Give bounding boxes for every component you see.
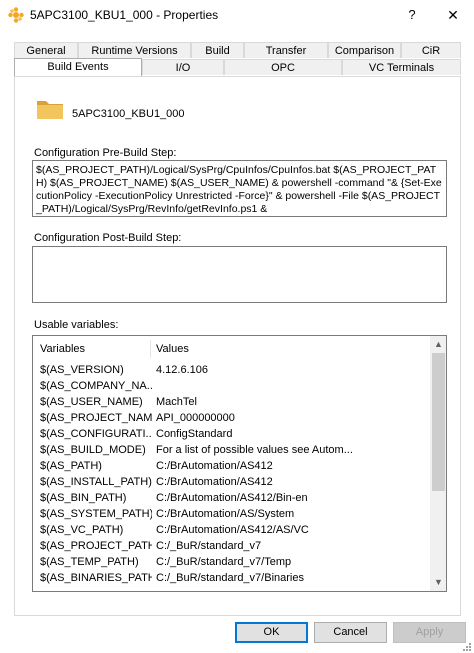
variable-name: $(AS_PROJECT_NAM... <box>40 412 152 424</box>
table-row[interactable]: $(AS_BUILD_MODE) For a list of possible v… <box>33 442 431 458</box>
variable-value: MachTel <box>156 396 197 408</box>
variable-name: $(AS_VERSION) <box>40 364 124 376</box>
object-name: 5APC3100_KBU1_000 <box>72 108 185 120</box>
tab-build-events[interactable]: Build Events <box>14 58 142 76</box>
variable-name: $(AS_BUILD_MODE) <box>40 444 146 456</box>
tab-transfer[interactable]: Transfer <box>244 42 328 58</box>
variable-value: C:/BrAutomation/AS412 <box>156 460 273 472</box>
tab-opc[interactable]: OPC <box>224 59 342 75</box>
variable-value: ConfigStandard <box>156 428 233 440</box>
variable-name: $(AS_PROJECT_PATH) <box>40 540 152 552</box>
usable-variables-label: Usable variables: <box>34 319 119 331</box>
tab-runtime-versions[interactable]: Runtime Versions <box>78 42 191 58</box>
variable-value: C:/BrAutomation/AS412 <box>156 476 273 488</box>
table-row[interactable]: $(AS_TEMP_PATH) C:/_BuR/standard_v7/Temp <box>33 554 431 570</box>
table-row[interactable]: $(AS_VC_PATH) C:/BrAutomation/AS412/AS/VC <box>33 522 431 538</box>
variable-value: C:/_BuR/standard_v7/Temp <box>156 556 292 568</box>
variable-value: C:/_BuR/standard_v7 <box>156 540 262 552</box>
cancel-button[interactable]: Cancel <box>314 622 387 643</box>
scroll-down-arrow-icon[interactable]: ▼ <box>430 574 446 591</box>
post-build-label: Configuration Post-Build Step: <box>34 232 182 244</box>
tab-vc-terminals[interactable]: VC Terminals <box>342 59 461 75</box>
column-separator[interactable] <box>150 340 151 358</box>
variable-name: $(AS_CONFIGURATI... <box>40 428 152 440</box>
resize-grip-icon[interactable] <box>462 642 472 652</box>
window-title: 5APC3100_KBU1_000 - Properties <box>30 8 219 22</box>
variables-list[interactable]: Variables Values $(AS_VERSION) 4.12.6.106… <box>32 335 447 592</box>
column-header-variables[interactable]: Variables <box>40 343 85 355</box>
table-row[interactable]: $(AS_CONFIGURATI... ConfigStandard <box>33 426 431 442</box>
table-row[interactable]: $(AS_SYSTEM_PATH) C:/BrAutomation/AS/Syst… <box>33 506 431 522</box>
post-build-textbox[interactable] <box>32 246 447 303</box>
column-header-values[interactable]: Values <box>156 343 189 355</box>
variable-name: $(AS_SYSTEM_PATH) <box>40 508 152 520</box>
variable-value: API_000000000 <box>156 412 235 424</box>
variable-name: $(AS_BIN_PATH) <box>40 492 127 504</box>
tab-io[interactable]: I/O <box>142 59 224 75</box>
table-row[interactable]: $(AS_COMPANY_NA... <box>33 378 431 394</box>
variable-name: $(AS_PATH) <box>40 460 102 472</box>
folder-icon <box>37 101 63 119</box>
table-row[interactable]: $(AS_INSTALL_PATH) C:/BrAutomation/AS412 <box>33 474 431 490</box>
tab-comparison[interactable]: Comparison <box>328 42 401 58</box>
table-row[interactable]: $(AS_BIN_PATH) C:/BrAutomation/AS412/Bin-… <box>33 490 431 506</box>
variable-value: C:/BrAutomation/AS412/AS/VC <box>156 524 309 536</box>
variable-value: For a list of possible values see Autom.… <box>156 444 353 456</box>
table-row[interactable]: $(AS_PROJECT_PATH) C:/_BuR/standard_v7 <box>33 538 431 554</box>
variable-value: C:/_BuR/standard_v7/Binaries <box>156 572 304 584</box>
variable-name: $(AS_VC_PATH) <box>40 524 124 536</box>
apply-button[interactable]: Apply <box>393 622 466 643</box>
table-row[interactable]: $(AS_PROJECT_NAM... API_000000000 <box>33 410 431 426</box>
tab-general[interactable]: General <box>14 42 78 58</box>
tab-cir[interactable]: CiR <box>401 42 461 58</box>
close-button[interactable]: ✕ <box>432 0 474 30</box>
help-button[interactable]: ? <box>392 0 432 30</box>
table-row[interactable]: $(AS_BINARIES_PATH) C:/_BuR/standard_v7/B… <box>33 570 431 586</box>
variable-value: 4.12.6.106 <box>156 364 208 376</box>
variable-name: $(AS_COMPANY_NA... <box>40 380 152 392</box>
scrollbar-thumb[interactable] <box>432 353 445 491</box>
variable-name: $(AS_INSTALL_PATH) <box>40 476 152 488</box>
table-row[interactable]: $(AS_VERSION) 4.12.6.106 <box>33 362 431 378</box>
app-icon <box>8 7 24 23</box>
table-row[interactable]: $(AS_USER_NAME) MachTel <box>33 394 431 410</box>
pre-build-textbox[interactable]: $(AS_PROJECT_PATH)/Logical/SysPrg/CpuInf… <box>32 160 447 217</box>
tab-build[interactable]: Build <box>191 42 244 58</box>
variable-name: $(AS_USER_NAME) <box>40 396 143 408</box>
variable-value: C:/BrAutomation/AS412/Bin-en <box>156 492 308 504</box>
ok-button[interactable]: OK <box>235 622 308 643</box>
scroll-up-arrow-icon[interactable]: ▲ <box>430 336 446 353</box>
variable-name: $(AS_BINARIES_PATH) <box>40 572 152 584</box>
table-row[interactable]: $(AS_PATH) C:/BrAutomation/AS412 <box>33 458 431 474</box>
pre-build-label: Configuration Pre-Build Step: <box>34 147 177 159</box>
variable-value: C:/BrAutomation/AS/System <box>156 508 295 520</box>
variable-name: $(AS_TEMP_PATH) <box>40 556 139 568</box>
